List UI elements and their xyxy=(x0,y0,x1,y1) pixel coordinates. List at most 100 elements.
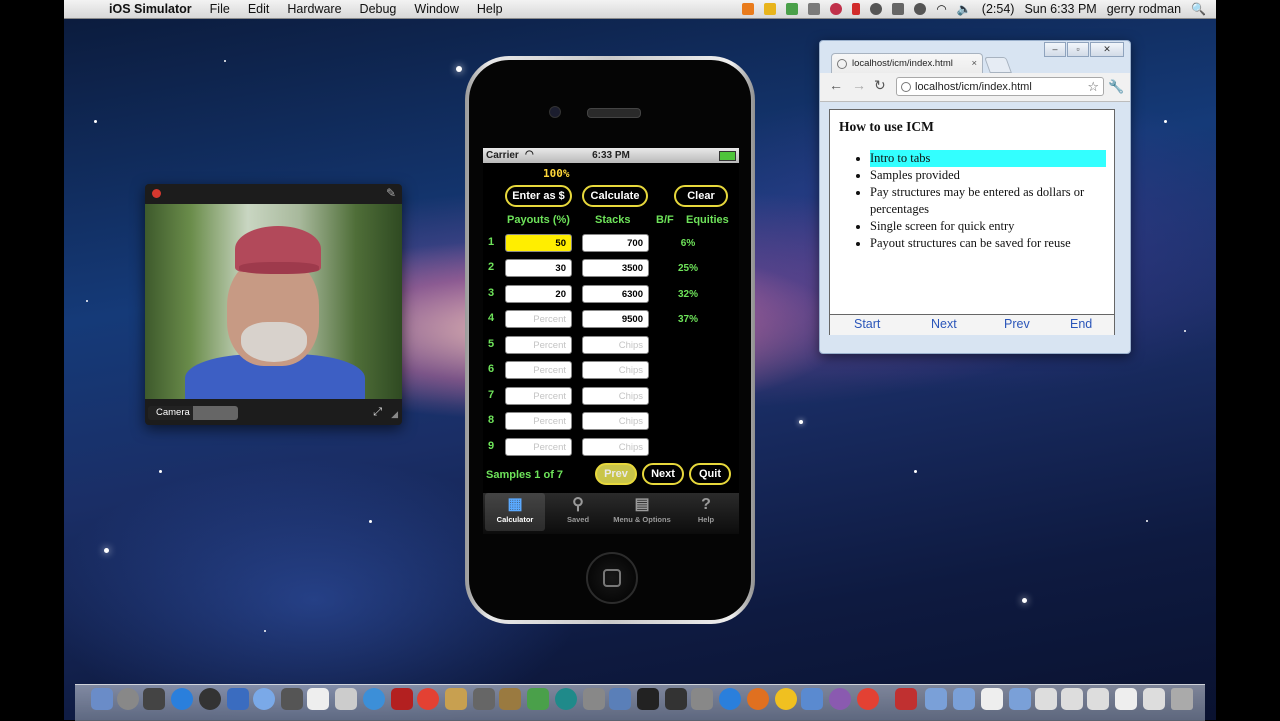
forward-arrow-icon[interactable]: → xyxy=(852,77,866,93)
payout-input[interactable]: 30 xyxy=(505,259,572,277)
payout-input[interactable]: Percent xyxy=(505,310,572,328)
parallels-icon[interactable] xyxy=(895,688,917,710)
menu-hardware[interactable]: Hardware xyxy=(278,2,350,16)
menu-file[interactable]: File xyxy=(201,2,239,16)
folder-icon[interactable] xyxy=(953,688,975,710)
expand-icon[interactable]: ⤢ xyxy=(373,406,382,419)
payout-input[interactable]: Percent xyxy=(505,387,572,405)
tray-display-icon[interactable] xyxy=(892,3,905,15)
prev-link[interactable]: Prev xyxy=(1004,317,1030,331)
payout-input[interactable]: Percent xyxy=(505,336,572,354)
time-machine-icon[interactable] xyxy=(555,688,577,710)
app-icon[interactable] xyxy=(829,688,851,710)
tray-timemachine-icon[interactable] xyxy=(870,3,883,15)
tab-calculator[interactable]: ▦ Calculator xyxy=(485,493,545,531)
close-icon[interactable] xyxy=(152,189,161,198)
document-icon[interactable] xyxy=(1143,688,1165,710)
safari-icon[interactable] xyxy=(253,688,275,710)
stack-input[interactable]: Chips xyxy=(582,387,649,405)
quit-button[interactable]: Quit xyxy=(689,463,731,485)
payout-input[interactable]: Percent xyxy=(505,438,572,456)
reload-icon[interactable]: ↻ xyxy=(874,77,886,94)
back-arrow-icon[interactable]: ← xyxy=(829,77,843,93)
document-icon[interactable] xyxy=(1087,688,1109,710)
dashboard-icon[interactable] xyxy=(199,688,221,710)
new-tab-button[interactable] xyxy=(984,57,1012,73)
tab-menu-options[interactable]: ▤ Menu & Options xyxy=(611,493,673,531)
resize-grip-icon[interactable]: ◢ xyxy=(391,409,398,420)
document-icon[interactable] xyxy=(1035,688,1057,710)
address-bar[interactable]: localhost/icm/index.html ☆ xyxy=(896,77,1104,96)
menu-help[interactable]: Help xyxy=(468,2,512,16)
facetime-icon[interactable] xyxy=(281,688,303,710)
payout-input[interactable]: Percent xyxy=(505,361,572,379)
clear-button[interactable]: Clear xyxy=(674,185,728,207)
tray-app-icon[interactable] xyxy=(742,3,755,15)
app-icon[interactable] xyxy=(775,688,797,710)
menu-user[interactable]: gerry rodman xyxy=(1107,2,1181,16)
stack-input[interactable]: Chips xyxy=(582,336,649,354)
folder-icon[interactable] xyxy=(925,688,947,710)
finder-icon[interactable] xyxy=(91,688,113,710)
movie-icon[interactable] xyxy=(665,688,687,710)
enter-as-dollars-button[interactable]: Enter as $ xyxy=(505,185,572,207)
address-book-icon[interactable] xyxy=(335,688,357,710)
menu-debug[interactable]: Debug xyxy=(351,2,406,16)
stack-input[interactable]: 700 xyxy=(582,234,649,252)
payout-input[interactable]: 20 xyxy=(505,285,572,303)
tray-sync-icon[interactable] xyxy=(786,3,799,15)
menu-edit[interactable]: Edit xyxy=(239,2,279,16)
tab-saved[interactable]: ⚲ Saved xyxy=(549,493,607,531)
menu-app-name[interactable]: iOS Simulator xyxy=(100,2,201,16)
start-link[interactable]: Start xyxy=(854,317,880,331)
tray-shield-icon[interactable] xyxy=(764,3,777,15)
wifi-icon[interactable]: ◠ xyxy=(936,2,946,16)
quicktime-icon[interactable] xyxy=(719,688,741,710)
tab-help[interactable]: ? Help xyxy=(677,493,735,531)
folder-icon[interactable] xyxy=(1009,688,1031,710)
stack-input[interactable]: Chips xyxy=(582,412,649,430)
stack-input[interactable]: 9500 xyxy=(582,310,649,328)
firefox-icon[interactable] xyxy=(747,688,769,710)
mission-control-icon[interactable] xyxy=(143,688,165,710)
bookmark-star-icon[interactable]: ☆ xyxy=(1087,77,1099,96)
trash-icon[interactable] xyxy=(1171,688,1193,710)
minimize-button[interactable]: – xyxy=(1044,42,1066,57)
evernote-icon[interactable] xyxy=(527,688,549,710)
close-window-button[interactable]: ✕ xyxy=(1090,42,1124,57)
chrome-icon[interactable] xyxy=(857,688,879,710)
app-icon[interactable] xyxy=(445,688,467,710)
app-store-icon[interactable] xyxy=(171,688,193,710)
folder-icon[interactable] xyxy=(801,688,823,710)
prev-sample-button[interactable]: Prev xyxy=(595,463,637,485)
tray-gear-icon[interactable] xyxy=(808,3,821,15)
payout-input[interactable]: Percent xyxy=(505,412,572,430)
spotlight-search-icon[interactable]: 🔍 xyxy=(1191,2,1206,16)
next-sample-button[interactable]: Next xyxy=(642,463,684,485)
document-icon[interactable] xyxy=(609,688,631,710)
xcode-icon[interactable] xyxy=(473,688,495,710)
tray-record-icon[interactable] xyxy=(830,3,843,15)
document-icon[interactable] xyxy=(981,688,1003,710)
tool-icon[interactable] xyxy=(691,688,713,710)
stack-input[interactable]: 6300 xyxy=(582,285,649,303)
menu-window[interactable]: Window xyxy=(405,2,467,16)
stack-input[interactable]: Chips xyxy=(582,361,649,379)
home-button[interactable] xyxy=(586,552,638,604)
camera-toggle[interactable]: Camera xyxy=(148,406,238,420)
kindle-icon[interactable] xyxy=(637,688,659,710)
calendar-icon[interactable] xyxy=(307,688,329,710)
photo-booth-icon[interactable] xyxy=(391,688,413,710)
pencil-icon[interactable]: ✎ xyxy=(386,186,396,200)
tray-bluetooth-icon[interactable] xyxy=(914,3,927,15)
wrench-icon[interactable]: 🔧 xyxy=(1108,79,1124,95)
itunes-icon[interactable] xyxy=(363,688,385,710)
battery-indicator[interactable]: (2:54) xyxy=(982,2,1015,16)
guitar-icon[interactable] xyxy=(499,688,521,710)
document-icon[interactable] xyxy=(1061,688,1083,710)
next-link[interactable]: Next xyxy=(931,317,957,331)
close-tab-icon[interactable]: × xyxy=(971,54,977,74)
system-preferences-icon[interactable] xyxy=(583,688,605,710)
end-link[interactable]: End xyxy=(1070,317,1092,331)
payout-input[interactable]: 50 xyxy=(505,234,572,252)
